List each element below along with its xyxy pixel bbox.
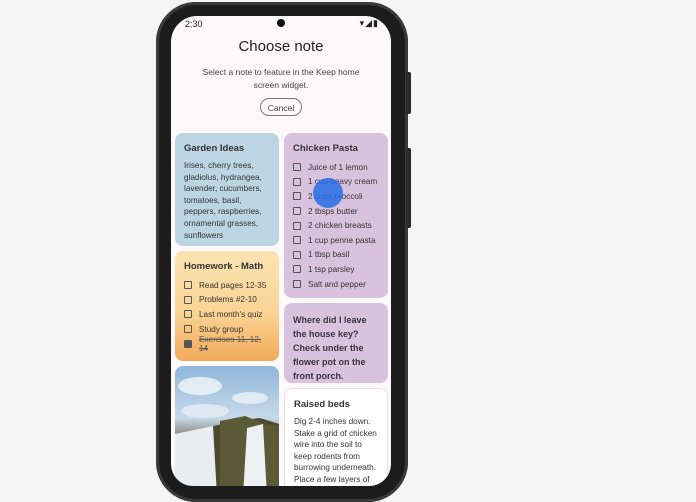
checklist-item: Read pages 12-35 — [184, 278, 270, 293]
checkbox-icon — [184, 281, 192, 290]
note-body: Where did I leave the house key? Check u… — [293, 315, 367, 381]
note-title: Chicken Pasta — [293, 143, 358, 154]
checkbox-icon — [293, 280, 301, 289]
dialog-subtitle: Select a note to feature in the Keep hom… — [202, 67, 360, 90]
checklist-item: 1 tsp parsley — [293, 262, 379, 277]
note-card-raised-beds[interactable]: Raised beds Dig 2-4 inches down. Stake a… — [284, 388, 388, 486]
checklist-item: 2 tbsps butter — [293, 204, 379, 219]
checklist-item-text: 1 tbsp basil — [308, 250, 350, 260]
checklist-item: Problems #2-10 — [184, 293, 270, 308]
note-card-garden-ideas[interactable]: Garden Ideas Irises, cherry trees, gladi… — [175, 133, 279, 246]
checkbox-icon — [293, 177, 301, 186]
checklist-item-text: 1 tsp parsley — [308, 264, 355, 274]
checkbox-checked-icon — [184, 339, 192, 348]
checklist-item-text: Study group — [199, 324, 244, 334]
checklist-item-text: Salt and pepper — [308, 279, 366, 289]
checklist: Read pages 12-35 Problems #2-10 Last month… — [184, 278, 270, 353]
checkbox-icon — [293, 250, 301, 259]
power-button — [406, 72, 411, 114]
status-icons: ▾◢▮ — [359, 18, 379, 28]
note-body: Irises, cherry trees, gladiolus, hydrang… — [184, 161, 262, 240]
checkbox-icon — [293, 221, 301, 230]
checklist-item: Exercises 11, 12, 14 — [184, 334, 270, 353]
dialog-title: Choose note — [238, 38, 324, 55]
note-title: Garden Ideas — [184, 143, 245, 154]
checklist-item-text: Exercises 11, 12, 14 — [199, 334, 262, 353]
checklist-item: 1 tbsp basil — [293, 248, 379, 263]
checkbox-icon — [293, 265, 301, 274]
note-card-house-key[interactable]: Where did I leave the house key? Check u… — [284, 303, 388, 383]
camera-cutout — [277, 19, 285, 27]
note-title: Raised beds — [294, 399, 350, 410]
checklist-item: Last month's quiz — [184, 307, 270, 322]
note-card-chicken-pasta[interactable]: Chicken Pasta Juice of 1 lemon 1 cup heav… — [284, 133, 388, 298]
phone-screen: 2:30 ▾◢▮ Choose note Select a note to fe… — [171, 16, 391, 486]
status-time: 2:30 — [185, 19, 203, 29]
checkbox-icon — [184, 295, 192, 304]
touch-indicator — [313, 178, 343, 208]
checklist-item-text: 2 tbsps butter — [308, 206, 358, 216]
volume-button — [406, 148, 411, 228]
checkbox-icon — [293, 236, 301, 245]
checklist-item-text: Last month's quiz — [199, 309, 263, 319]
note-card-homework-math[interactable]: Homework - Math Read pages 12-35 Problems… — [175, 251, 279, 361]
note-card-waterfall-image[interactable] — [175, 366, 279, 486]
checklist-item-text: 1 cup penne pasta — [308, 235, 376, 245]
checkbox-icon — [184, 325, 192, 334]
status-bar: 2:30 ▾◢▮ — [171, 16, 391, 34]
checklist-item: 1 cup penne pasta — [293, 233, 379, 248]
checkbox-icon — [293, 207, 301, 216]
checkbox-icon — [293, 192, 301, 201]
checklist-item: Juice of 1 lemon — [293, 160, 379, 175]
note-body: Dig 2-4 inches down. Stake a grid of chi… — [294, 417, 377, 484]
note-title: Homework - Math — [184, 261, 264, 272]
waterfall-image — [175, 377, 279, 486]
checklist-item-text: Juice of 1 lemon — [308, 162, 368, 172]
checklist-item-text: 2 chicken breasts — [308, 221, 372, 231]
checkbox-icon — [293, 163, 301, 172]
checkbox-icon — [184, 310, 192, 319]
cancel-button[interactable]: Cancel — [260, 98, 302, 116]
checklist-item: Salt and pepper — [293, 277, 379, 292]
checklist-item: 2 chicken breasts — [293, 218, 379, 233]
checklist-item-text: Problems #2-10 — [199, 295, 257, 305]
checklist-item-text: Read pages 12-35 — [199, 280, 267, 290]
